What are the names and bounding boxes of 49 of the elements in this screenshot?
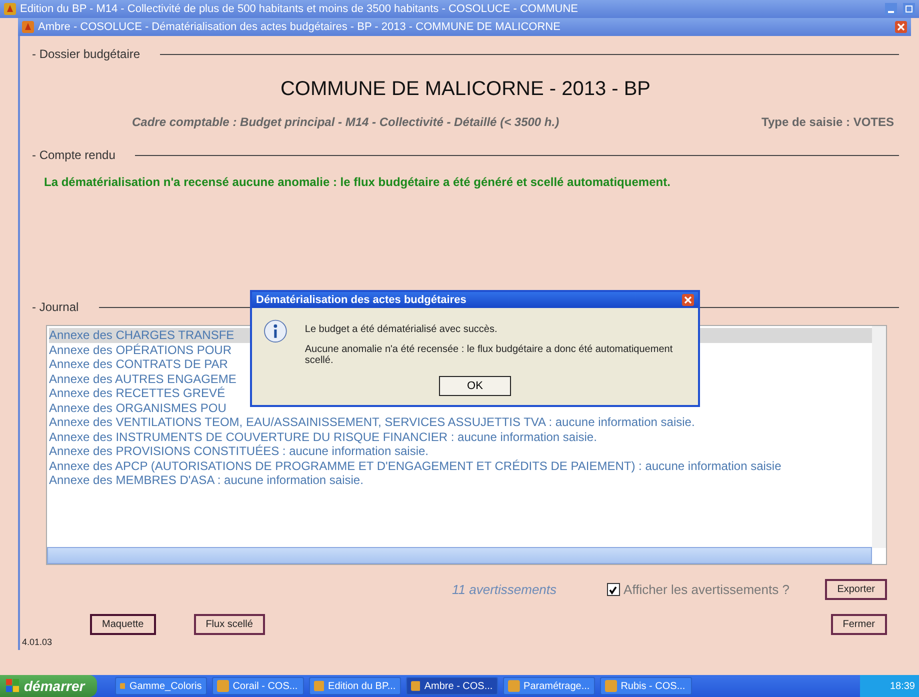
taskbar-item[interactable]: Rubis - COS...	[600, 677, 692, 695]
taskbar-item[interactable]: Corail - COS...	[212, 677, 304, 695]
window-title: Ambre - COSOLUCE - Dématérialisation des actes budgétaires - BP - 2013 - COMMUNE DE MALICORNE	[38, 21, 560, 33]
window-title: Edition du BP - M14 - Collectivité de plus de 500 habitants et moins de 3500 habitants - COSOLUCE - COMMUNE	[20, 3, 578, 15]
app-icon	[120, 680, 126, 692]
app-icon	[22, 21, 34, 33]
taskbar-item[interactable]: Paramétrage...	[502, 677, 595, 695]
clock: 18:39	[890, 680, 915, 692]
app-icon	[604, 680, 617, 692]
checkbox[interactable]	[606, 583, 620, 596]
app-icon	[216, 680, 229, 692]
horizontal-scrollbar[interactable]	[47, 547, 872, 564]
app-icon	[314, 680, 324, 692]
taskbar-item[interactable]: Ambre - COS...	[406, 677, 498, 695]
minimize-icon[interactable]	[885, 3, 897, 15]
taskbar-item[interactable]: Edition du BP...	[308, 677, 401, 695]
cadre-text: Cadre comptable : Budget principal - M14 - Collectivité - Détaillé (< 3500 h.)	[132, 115, 560, 129]
export-button[interactable]: Exporter	[825, 579, 887, 600]
journal-line[interactable]: Annexe des INSTRUMENTS DE COUVERTURE DU RISQUE FINANCIER : aucune information saisie.	[49, 430, 872, 444]
section-label: - Dossier budgétaire	[32, 47, 140, 61]
ok-button[interactable]: OK	[439, 376, 511, 396]
dialog-message: Aucune anomalie n'a été recensée : le flux budgétaire a donc été automatiquement scellé.	[304, 344, 674, 366]
maquette-button[interactable]: Maquette	[90, 614, 156, 635]
start-button[interactable]: démarrer	[0, 675, 97, 697]
app-icon	[4, 3, 16, 15]
type-saisie-text: Type de saisie : VOTES	[762, 115, 894, 129]
close-icon[interactable]	[895, 21, 907, 33]
version-text: 4.01.03	[22, 637, 54, 647]
journal-line[interactable]: Annexe des VENTILATIONS TEOM, EAU/ASSAINISSEMENT, SERVICES ASSUJETTIS TVA : aucune information saisie.	[49, 415, 872, 430]
dialog-message: Le budget a été dématérialisé avec succès.	[304, 324, 498, 335]
dialog-title: Dématérialisation des actes budgétaires	[256, 294, 466, 306]
journal-line[interactable]: Annexe des APCP (AUTORISATIONS DE PROGRAMME ET D'ENGAGEMENT ET CRÉDITS DE PAIEMENT) : aucune information saisie	[49, 458, 872, 473]
journal-line[interactable]: Annexe des MEMBRES D'ASA : aucune information saisie.	[49, 473, 872, 488]
checkbox-label: Afficher les avertissements ?	[624, 582, 790, 597]
restore-icon[interactable]	[903, 3, 915, 15]
journal-line[interactable]: Annexe des PROVISIONS CONSTITUÉES : aucune information saisie.	[49, 444, 872, 458]
app-icon	[508, 680, 520, 692]
page-heading: COMMUNE DE MALICORNE - 2013 - BP	[279, 78, 652, 101]
section-label: - Compte rendu	[32, 148, 116, 162]
warning-count: 11 avertissements	[452, 582, 557, 597]
close-icon[interactable]	[682, 294, 694, 306]
close-button[interactable]: Fermer	[830, 614, 887, 635]
vertical-scrollbar[interactable]	[872, 326, 886, 548]
taskbar-item[interactable]: Gamme_Coloris	[114, 677, 207, 695]
section-label: - Journal	[32, 300, 79, 314]
flux-button[interactable]: Flux scellé	[194, 614, 265, 635]
app-icon	[410, 680, 420, 692]
result-message: La dématérialisation n'a recensé aucune anomalie : le flux budgétaire a été généré et scellé automatiquement.	[44, 175, 672, 189]
windows-logo-icon	[6, 679, 20, 693]
